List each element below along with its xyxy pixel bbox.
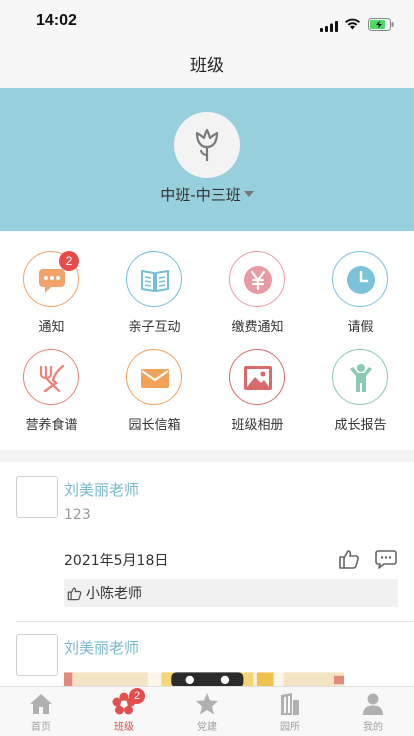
tab-mine[interactable]: 我的 [332,687,414,736]
page-title: 班级 [190,56,224,76]
tab-home[interactable]: 首页 [0,687,82,736]
grid-item-notice[interactable]: 2 通知 [0,231,103,335]
wifi-icon [344,15,361,34]
photo-icon [244,366,272,390]
thumbs-up-icon [339,550,359,569]
tab-class[interactable]: 2 班级 [83,687,165,736]
class-screen: 14:02 班级 中班-中三班 2 通知 亲子互动 缴费通知 请假 营养食谱 园… [0,0,414,736]
tab-label: 党建 [197,722,217,733]
grid-item-principal-mailbox[interactable]: 园长信箱 [103,329,206,433]
tab-party-building[interactable]: 党建 [166,687,248,736]
payment-circle [229,251,285,307]
tab-class-badge: 2 [129,688,145,704]
caret-down-icon [243,191,254,197]
thumbs-up-small-icon [67,587,82,601]
recipe-circle [23,349,79,405]
navigation-bar: 班级 [0,44,414,88]
mail-circle [126,349,182,405]
home-icon [30,694,52,714]
class-selector[interactable]: 中班-中三班 [0,184,414,205]
star-icon [196,693,218,715]
feed-post: 刘美丽老师 123 2021年5月18日 小陈老师 [0,462,414,620]
likes-bar: 小陈老师 [64,579,398,607]
status-time: 14:02 [36,12,77,29]
child-icon [350,364,372,392]
tab-label: 首页 [31,722,51,733]
grid-item-leave[interactable]: 请假 [309,231,412,335]
tulip-icon [195,128,219,161]
comment-icon [375,550,397,569]
post-author[interactable]: 刘美丽老师 [64,637,139,658]
comment-button[interactable] [375,548,397,574]
grid-item-parent-interaction[interactable]: 亲子互动 [103,231,206,335]
book-icon [141,270,169,292]
book-circle [126,251,182,307]
feed-post: 刘美丽老师 [0,622,414,692]
grid-item-class-album[interactable]: 班级相册 [206,329,309,433]
mail-icon [141,369,169,388]
liked-by-name[interactable]: 小陈老师 [86,583,142,603]
signal-icon [320,17,338,36]
class-name: 中班-中三班 [160,186,241,204]
yen-icon [244,266,272,294]
battery-icon [368,16,394,35]
class-feed: 刘美丽老师 123 2021年5月18日 小陈老师 刘美丽老师 [0,462,414,692]
class-avatar[interactable] [174,112,240,178]
album-circle [229,349,285,405]
status-bar: 14:02 [0,0,414,44]
message-icon [39,269,65,293]
feature-grid: 2 通知 亲子互动 缴费通知 请假 营养食谱 园长信箱 班级相册 成长报告 [0,231,414,450]
grid-item-label: 园长信箱 [128,418,181,433]
tab-label: 我的 [363,722,383,733]
grid-item-label: 班级相册 [231,418,284,433]
tab-label: 园所 [280,722,300,733]
grid-item-recipe[interactable]: 营养食谱 [0,329,103,433]
clock-icon [347,266,375,294]
like-button[interactable] [338,548,360,574]
tab-bar: 首页 2 班级 党建 园所 我的 [0,686,414,736]
fork-knife-icon [39,364,65,393]
leave-circle [332,251,388,307]
grid-item-payment-notice[interactable]: 缴费通知 [206,231,309,335]
tab-label: 班级 [114,722,134,733]
grid-item-growth-report[interactable]: 成长报告 [309,329,412,433]
class-header-banner: 中班-中三班 [0,88,414,231]
tab-school[interactable]: 园所 [249,687,331,736]
grid-item-label: 营养食谱 [25,418,78,433]
user-icon [363,693,383,715]
building-icon [281,693,299,715]
growth-circle [332,349,388,405]
author-avatar[interactable] [16,476,58,518]
post-date: 2021年5月18日 [64,553,169,569]
grid-item-label: 成长报告 [334,418,387,433]
notice-badge: 2 [59,251,79,271]
post-content: 123 [64,507,91,523]
author-avatar[interactable] [16,634,58,676]
post-author[interactable]: 刘美丽老师 [64,479,139,500]
